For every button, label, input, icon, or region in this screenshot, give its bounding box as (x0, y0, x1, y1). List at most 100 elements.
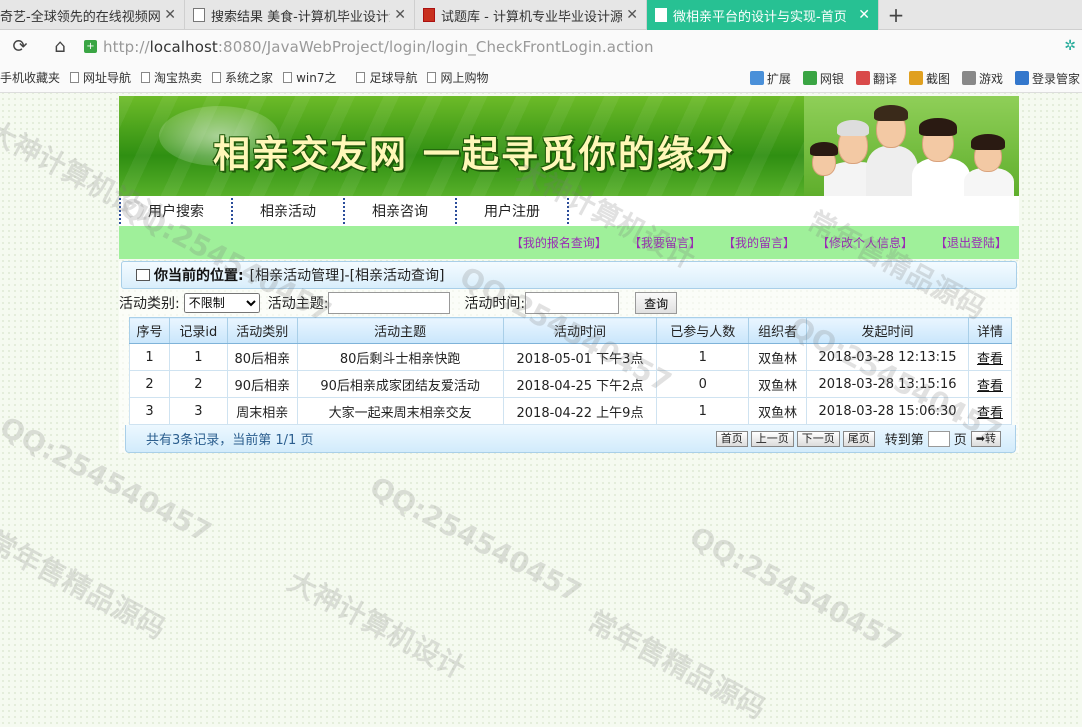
close-icon[interactable]: ✕ (858, 7, 870, 23)
breadcrumb-label: 你当前的位置: (154, 268, 244, 284)
table-row: 3 3 周末相亲 大家一起来周末相亲交友 2018-04-22 上午9点 1 双… (129, 397, 1012, 425)
view-link[interactable]: 查看 (968, 343, 1012, 371)
nav-activities[interactable]: 相亲活动 (233, 201, 343, 221)
column-header: 活动主题 (296, 317, 504, 344)
extension-icon[interactable]: ✲ (1064, 38, 1076, 54)
bookmark-item[interactable]: win7之 (283, 69, 336, 86)
column-header: 活动时间 (502, 317, 658, 344)
close-icon[interactable]: ✕ (394, 7, 406, 23)
cell-created: 2018-03-28 13:15:16 (806, 370, 969, 398)
url-prefix: http:// (103, 37, 150, 56)
bookmarks-bar: 手机收藏夹 网址导航 淘宝热卖 系统之家 win7之 足球导航 网上购物 扩展 … (0, 63, 1082, 93)
game-icon (961, 71, 976, 85)
bookmark-label: 足球导航 (369, 71, 418, 85)
cell-participants: 0 (656, 370, 750, 398)
doc-icon (655, 8, 667, 22)
topic-input[interactable] (328, 292, 451, 314)
doc-icon (193, 8, 205, 22)
cell-type: 90后相亲 (226, 370, 298, 398)
page-icon (212, 72, 222, 83)
view-link[interactable]: 查看 (968, 397, 1012, 425)
bookmark-label: 网上购物 (440, 71, 489, 85)
nav-consult[interactable]: 相亲咨询 (345, 201, 455, 221)
bookmark-label: 网址导航 (83, 71, 132, 85)
extension-label: 截图 (925, 71, 950, 86)
page-icon (141, 72, 151, 83)
table-header-row: 序号 记录id 活动类别 活动主题 活动时间 已参与人数 组织者 发起时间 详情 (129, 317, 1012, 344)
bookmark-label: 系统之家 (225, 71, 274, 85)
page-icon (136, 269, 150, 281)
column-header: 详情 (968, 317, 1012, 344)
last-page-button[interactable]: 尾页 (842, 430, 875, 447)
translate-icon (855, 71, 870, 85)
extension-label: 游戏 (978, 71, 1003, 86)
cell-organizer: 双鱼林 (748, 397, 808, 425)
login-manager-icon (1014, 71, 1029, 85)
my-signups-link[interactable]: 【我的报名查询】 (511, 234, 607, 251)
prev-page-button[interactable]: 上一页 (750, 430, 794, 447)
goto-page-input[interactable] (927, 430, 950, 447)
nav-register[interactable]: 用户注册 (457, 201, 567, 221)
go-button[interactable]: ➡转 (970, 430, 1001, 447)
browser-tab[interactable]: 搜索结果 美食-计算机毕业设计源 ✕ (185, 0, 415, 30)
bookmark-item[interactable]: 网址导航 (70, 69, 131, 86)
time-input[interactable] (525, 292, 620, 314)
my-messages-link[interactable]: 【我的留言】 (723, 234, 795, 251)
reload-icon[interactable]: ⟳ (0, 36, 40, 57)
cell-type: 80后相亲 (226, 343, 298, 371)
cell-topic: 80后剩斗士相亲快跑 (296, 343, 504, 371)
page-icon (283, 72, 293, 83)
extension-button[interactable]: 扩展 (749, 70, 791, 87)
bookmark-item[interactable]: 网上购物 (427, 69, 488, 86)
cell-participants: 1 (656, 343, 750, 371)
cell-id: 3 (168, 397, 228, 425)
column-header: 序号 (129, 317, 170, 344)
leave-message-link[interactable]: 【我要留言】 (629, 234, 701, 251)
bookmark-item[interactable]: 足球导航 (356, 69, 417, 86)
table-row: 2 2 90后相亲 90后相亲成家团结友爱活动 2018-04-25 下午2点 … (129, 370, 1012, 398)
cell-time: 2018-04-22 上午9点 (502, 397, 658, 425)
new-tab-icon[interactable]: + (879, 0, 913, 29)
home-icon[interactable]: ⌂ (40, 36, 80, 57)
view-link[interactable]: 查看 (968, 370, 1012, 398)
bookmark-item[interactable]: 系统之家 (212, 69, 273, 86)
bookmark-item[interactable]: 淘宝热卖 (141, 69, 202, 86)
close-icon[interactable]: ✕ (164, 7, 176, 23)
logout-link[interactable]: 【退出登陆】 (935, 234, 1007, 251)
cell-time: 2018-04-25 下午2点 (502, 370, 658, 398)
bank-icon (802, 71, 817, 85)
extension-button[interactable]: 截图 (908, 70, 950, 87)
first-page-button[interactable]: 首页 (715, 430, 748, 447)
extension-button[interactable]: 翻译 (855, 70, 897, 87)
close-icon[interactable]: ✕ (626, 7, 638, 23)
search-form: 活动类别: 不限制 活动主题: 活动时间: 查询 (119, 289, 1019, 317)
extension-button[interactable]: 登录管家 (1014, 70, 1080, 87)
address-bar: ⟳ ⌂ + http://localhost:8080/JavaWebProje… (0, 30, 1082, 63)
tab-label: 搜索结果 美食-计算机毕业设计源 (211, 9, 390, 25)
query-button[interactable]: 查询 (635, 292, 678, 314)
watermark: QQ:254540457 (684, 520, 907, 660)
column-header: 已参与人数 (656, 317, 750, 344)
url-input[interactable]: + http://localhost:8080/JavaWebProject/l… (84, 34, 654, 60)
user-menu-bar: 【我的报名查询】 【我要留言】 【我的留言】 【修改个人信息】 【退出登陆】 (119, 226, 1019, 259)
cell-topic: 90后相亲成家团结友爱活动 (296, 370, 504, 398)
main-nav: 用户搜索 相亲活动 相亲咨询 用户注册 (119, 196, 1019, 226)
page-icon (427, 72, 437, 83)
next-page-button[interactable]: 下一页 (796, 430, 840, 447)
extensions-icon (749, 71, 764, 85)
activity-type-select[interactable]: 不限制 (183, 293, 260, 313)
browser-tab-active[interactable]: 微相亲平台的设计与实现-首页 ✕ (647, 0, 879, 30)
pagination-bar: 共有3条记录，当前第 1/1 页 首页 上一页 下一页 尾页 转到第 页 ➡转 (125, 425, 1016, 453)
cell-type: 周末相亲 (226, 397, 298, 425)
web-page: 相亲交友网 一起寻觅你的缘分 用户搜索 相亲活动 相亲咨询 用户注册 【我的报名… (119, 96, 1019, 453)
extension-button[interactable]: 游戏 (961, 70, 1003, 87)
browser-tab[interactable]: 奇艺-全球领先的在线视频网站 ✕ (0, 0, 185, 30)
nav-user-search[interactable]: 用户搜索 (121, 201, 231, 221)
edit-profile-link[interactable]: 【修改个人信息】 (817, 234, 913, 251)
browser-tab[interactable]: 试题库 - 计算机专业毕业设计源 ✕ (415, 0, 647, 30)
extension-button[interactable]: 网银 (802, 70, 844, 87)
bookmark-item[interactable]: 手机收藏夹 (0, 69, 60, 86)
column-header: 发起时间 (806, 317, 969, 344)
extension-label: 翻译 (872, 71, 897, 86)
site-banner: 相亲交友网 一起寻觅你的缘分 (119, 96, 1019, 196)
